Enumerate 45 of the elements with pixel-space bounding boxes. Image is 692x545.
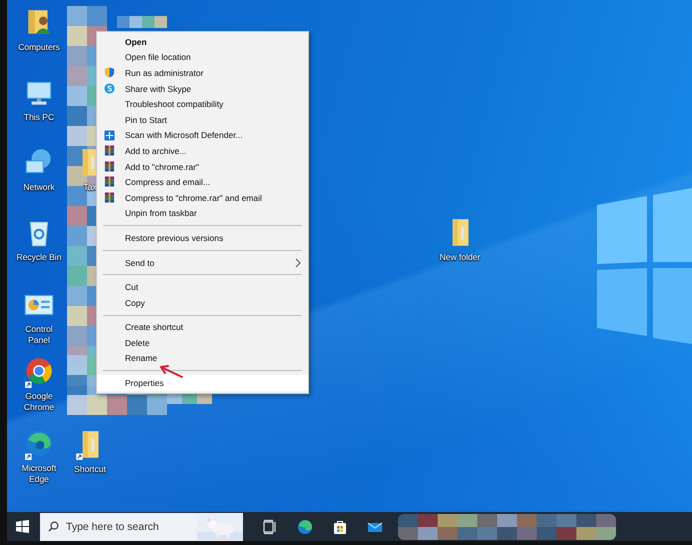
menu-item[interactable]: Restore previous versions — [97, 230, 308, 246]
annotation-arrow — [158, 363, 184, 379]
icon-label: Tax — [83, 182, 97, 193]
chevron-right-icon — [295, 258, 301, 268]
menu-item[interactable]: Open file location — [97, 50, 308, 66]
menu-item[interactable]: Troubleshoot compatibility — [97, 96, 308, 112]
menu-item[interactable]: Compress and email... — [97, 174, 308, 190]
icon-label: Control Panel — [24, 324, 54, 346]
menu-item[interactable]: Add to "chrome.rar" — [97, 158, 308, 174]
pixelated-patch — [117, 16, 167, 28]
search-icon — [48, 520, 59, 532]
icon-label: Shortcut — [74, 464, 106, 475]
menu-item[interactable]: Unpin from taskbar — [97, 206, 308, 222]
store-icon[interactable] — [332, 518, 348, 534]
icon-label: This PC — [24, 112, 54, 123]
icon-label: New folder — [440, 252, 480, 263]
skype-icon — [104, 82, 115, 94]
icon-label: Recycle Bin — [16, 252, 62, 263]
menu-item[interactable]: Properties — [97, 375, 308, 391]
icon-label: Computers — [18, 42, 60, 53]
archive-icon — [104, 145, 115, 156]
archive-icon — [104, 192, 115, 203]
menu-item[interactable]: Delete — [97, 335, 308, 351]
menu-item[interactable]: Share with Skype — [97, 80, 308, 96]
icon-label: Google Chrome — [22, 391, 56, 413]
edge-icon[interactable] — [297, 518, 313, 534]
archive-icon — [104, 176, 115, 188]
icon-label: Microsoft Edge — [20, 463, 58, 485]
menu-item[interactable]: Add to archive... — [97, 143, 308, 159]
windows-start-icon[interactable] — [16, 520, 29, 533]
menu-item[interactable]: Compress to "chrome.rar" and email — [97, 190, 308, 206]
menu-item[interactable]: Rename — [97, 350, 308, 366]
defender-icon — [104, 130, 115, 141]
menu-item[interactable]: Cut — [97, 279, 308, 295]
shield-icon — [104, 67, 115, 78]
menu-item[interactable]: Scan with Microsoft Defender... — [97, 128, 308, 144]
menu-item[interactable]: Create shortcut — [97, 320, 308, 336]
archive-icon — [104, 160, 115, 172]
menu-item[interactable]: Open — [97, 34, 308, 50]
menu-item[interactable]: Copy — [97, 294, 308, 310]
task-view-icon[interactable] — [262, 518, 278, 534]
menu-item[interactable]: Run as administrator — [97, 65, 308, 81]
menu-item[interactable]: Send to — [97, 254, 308, 270]
menu-item[interactable]: Pin to Start — [97, 112, 308, 128]
icon-label: Network — [23, 182, 55, 193]
